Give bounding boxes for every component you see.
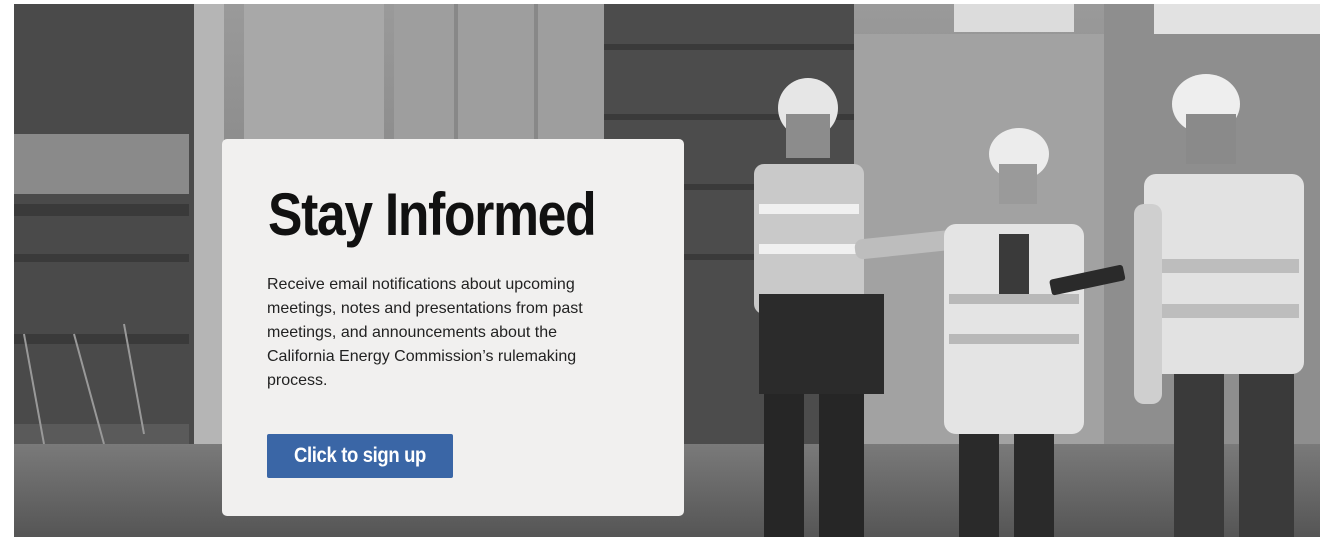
stay-informed-description: Receive email notifications about upcomi… xyxy=(267,276,583,389)
sign-up-button-label: Click to sign up xyxy=(294,444,426,467)
stay-informed-hero: Stay Informed Receive email notification… xyxy=(14,4,1320,537)
stay-informed-card: Stay Informed Receive email notification… xyxy=(222,139,684,516)
stay-informed-heading: Stay Informed xyxy=(268,181,597,248)
sign-up-button[interactable]: Click to sign up xyxy=(267,434,453,478)
